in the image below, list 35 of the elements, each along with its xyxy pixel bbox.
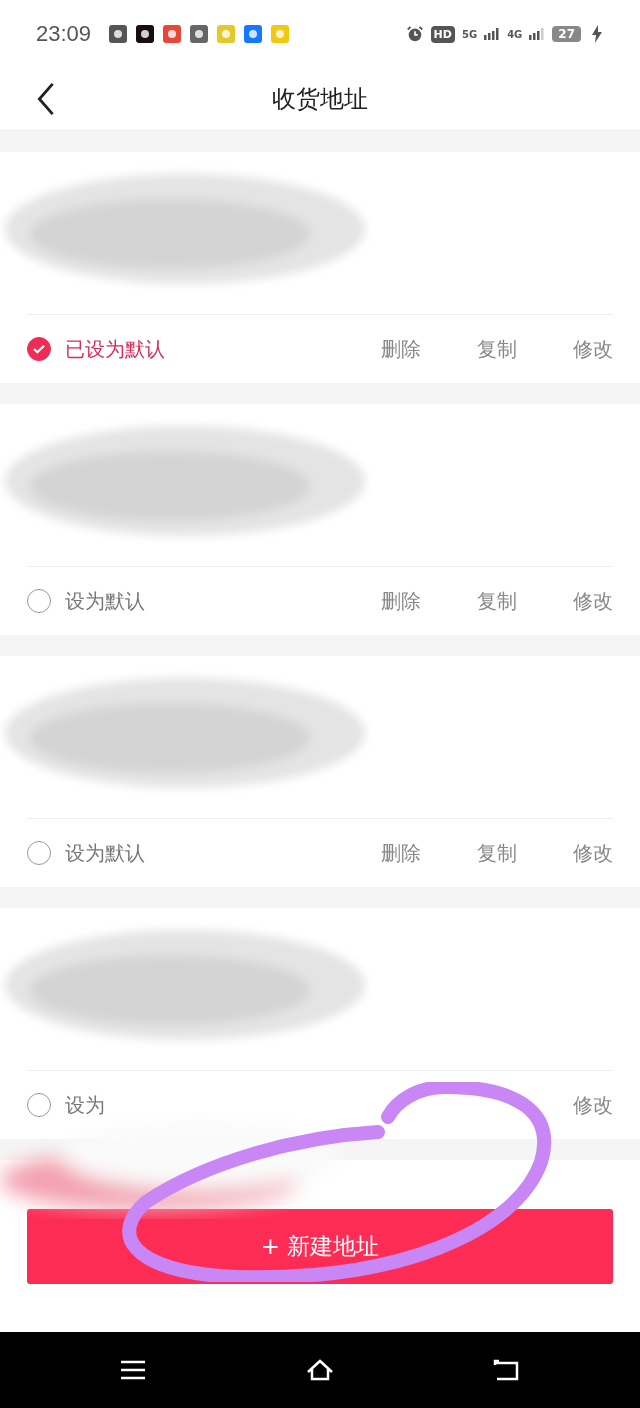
- action-link[interactable]: 修改: [517, 587, 613, 615]
- app-notification-icon: [108, 24, 129, 44]
- action-link[interactable]: 复制: [421, 587, 517, 615]
- default-label[interactable]: 已设为默认: [65, 335, 165, 363]
- default-radio[interactable]: [27, 337, 51, 361]
- default-label[interactable]: 设为默认: [65, 587, 145, 615]
- home-icon[interactable]: [306, 1358, 334, 1382]
- app-notification-icon: [270, 24, 291, 44]
- hd-badge: HD: [430, 25, 455, 43]
- app-notification-icon: [162, 24, 183, 44]
- action-link[interactable]: 删除: [325, 587, 421, 615]
- default-label[interactable]: 设为: [65, 1091, 105, 1119]
- status-time: 23:09: [36, 21, 92, 47]
- signal-icon: [529, 28, 546, 40]
- page-title: 收货地址: [272, 84, 368, 115]
- app-notification-icon: [135, 24, 156, 44]
- action-link[interactable]: 删除: [325, 839, 421, 867]
- action-link[interactable]: 修改: [517, 335, 613, 363]
- app-notification-icon: [189, 24, 210, 44]
- action-link[interactable]: 复制: [421, 335, 517, 363]
- network-label: 4G: [507, 28, 523, 40]
- action-link[interactable]: 修改: [517, 839, 613, 867]
- battery-level: 27: [552, 26, 581, 42]
- app-notification-icon: [243, 24, 264, 44]
- default-label[interactable]: 设为默认: [65, 839, 145, 867]
- menu-icon[interactable]: [119, 1358, 148, 1382]
- alarm-icon: [405, 24, 424, 44]
- signal-icon: [484, 28, 501, 40]
- action-link[interactable]: 删除: [325, 335, 421, 363]
- app-notification-icon: [216, 24, 237, 44]
- back-nav-icon[interactable]: [492, 1358, 521, 1382]
- back-icon[interactable]: [36, 82, 56, 116]
- action-link[interactable]: 修改: [517, 1091, 613, 1119]
- action-link[interactable]: 复制: [421, 839, 517, 867]
- network-label: 5G: [461, 28, 478, 40]
